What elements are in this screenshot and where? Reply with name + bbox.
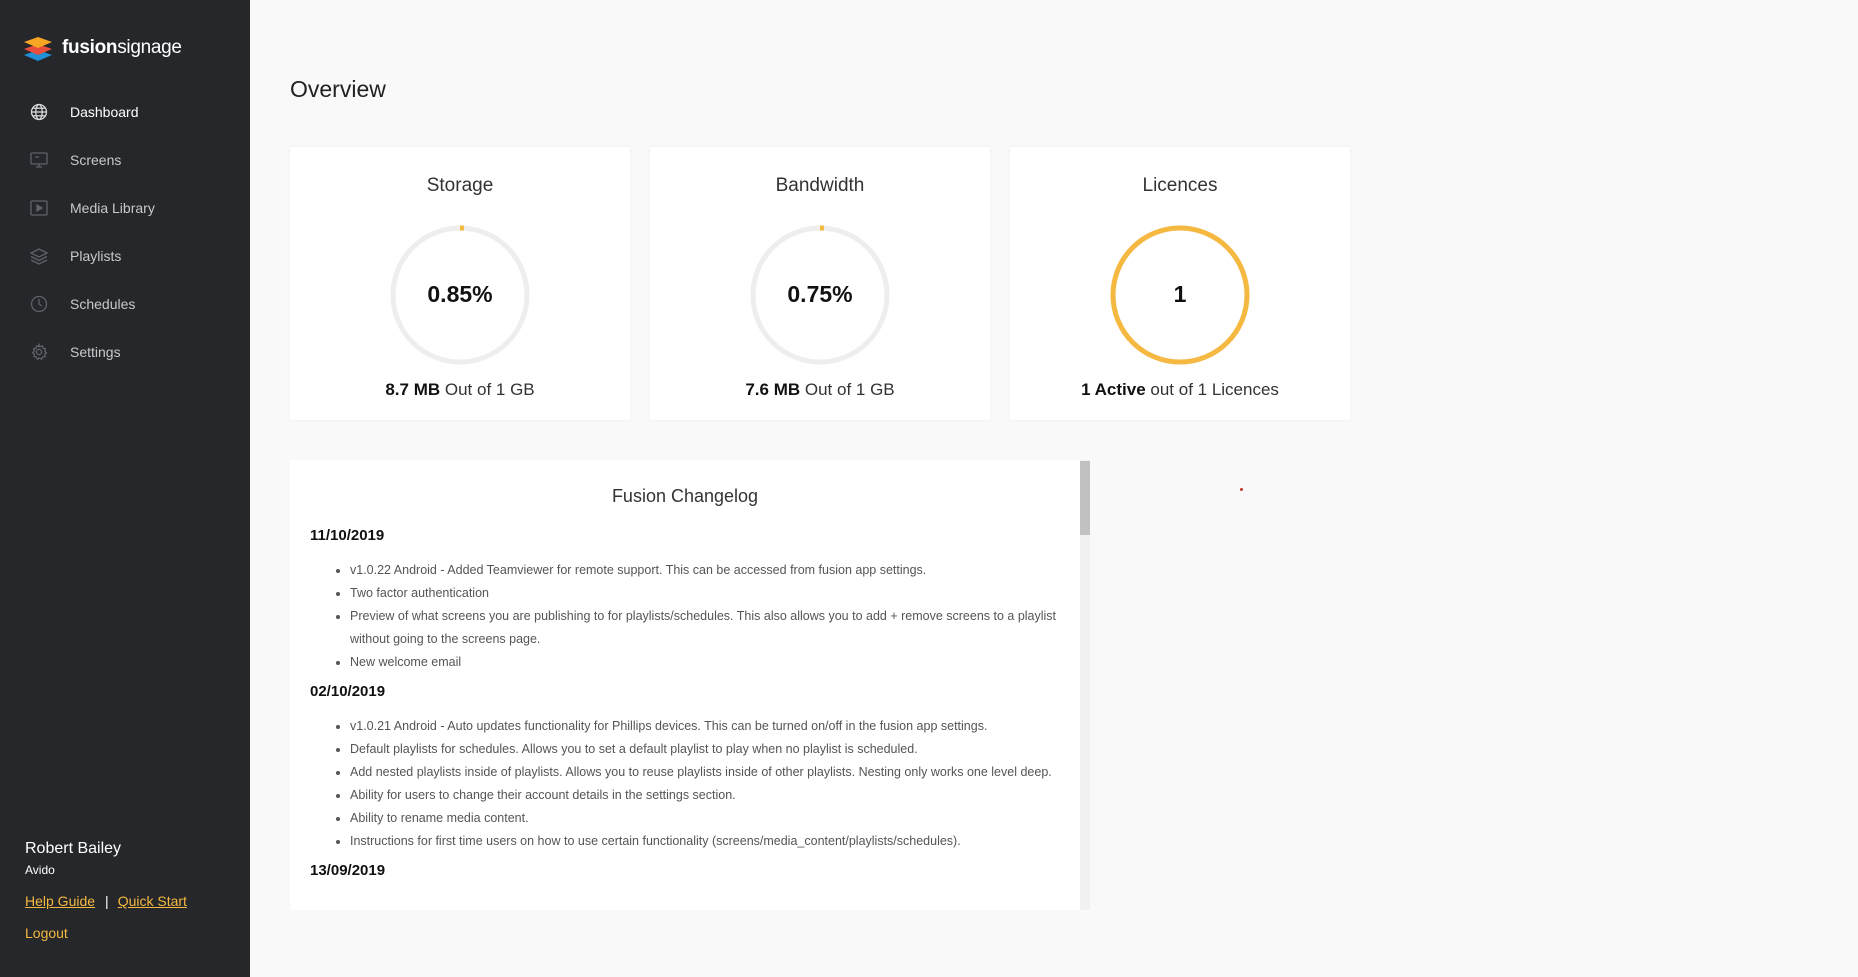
- licences-count: 1: [1173, 281, 1187, 307]
- storage-percent: 0.85%: [427, 281, 493, 307]
- bandwidth-percent: 0.75%: [787, 281, 853, 307]
- card-title: Bandwidth: [775, 175, 865, 196]
- storage-card: Storage 0.85% 8.7 MB Out of 1 GB: [290, 147, 630, 420]
- bandwidth-card: Bandwidth 0.75% 7.6 MB Out of 1 GB: [650, 147, 990, 420]
- sidebar-item-label: Media Library: [70, 200, 155, 216]
- licences-card: Licences 1 1 Active out of 1 Licences: [1010, 147, 1350, 420]
- link-separator: |: [105, 893, 109, 909]
- sidebar-nav: Dashboard Screens Media Library Playlist…: [0, 88, 250, 376]
- play-icon: [29, 198, 49, 218]
- monitor-icon: [29, 150, 49, 170]
- changelog-date: 11/10/2019: [310, 527, 385, 544]
- help-guide-link[interactable]: Help Guide: [25, 893, 95, 909]
- fusion-signage-logo[interactable]: fusionsignage: [24, 34, 182, 62]
- layers-icon: [29, 246, 49, 266]
- gear-icon: [29, 342, 49, 362]
- sidebar-item-settings[interactable]: Settings: [0, 328, 250, 376]
- sidebar-item-label: Dashboard: [70, 104, 139, 120]
- changelog-scrollbar-thumb[interactable]: [1080, 461, 1090, 535]
- sidebar-item-label: Playlists: [70, 248, 122, 264]
- changelog-body: 11/10/2019 v1.0.22 Android - Added Teamv…: [310, 527, 1070, 882]
- user-info: Robert Bailey Avido: [25, 840, 121, 877]
- list-item: Default playlists for schedules. Allows …: [350, 738, 1070, 761]
- help-links: Help Guide | Quick Start: [25, 893, 187, 909]
- quick-start-link[interactable]: Quick Start: [118, 893, 187, 909]
- clock-icon: [29, 294, 49, 314]
- list-item: Ability for users to change their accoun…: [350, 784, 1070, 807]
- changelog-list: v1.0.21 Android - Auto updates functiona…: [310, 715, 1070, 853]
- sidebar-item-label: Screens: [70, 152, 122, 168]
- list-item: New welcome email: [350, 651, 1070, 674]
- changelog-date: 02/10/2019: [310, 683, 386, 700]
- licences-usage: 1 Active out of 1 Licences: [1081, 380, 1279, 399]
- list-item: Preview of what screens you are publishi…: [350, 605, 1070, 651]
- user-organisation: Avido: [25, 863, 55, 877]
- changelog-title: Fusion Changelog: [611, 486, 759, 506]
- page-title: Overview: [290, 76, 386, 102]
- list-item: Ability to rename media content.: [350, 807, 1070, 830]
- logo-text: fusionsignage: [62, 37, 182, 58]
- sidebar-item-label: Settings: [70, 344, 121, 360]
- sidebar-item-dashboard[interactable]: Dashboard: [0, 88, 250, 136]
- cursor-dot: [1240, 488, 1243, 491]
- sidebar: fusionsignage Dashboard Screens Media Li…: [0, 0, 250, 977]
- list-item: Instructions for first time users on how…: [350, 830, 1070, 853]
- sidebar-item-playlists[interactable]: Playlists: [0, 232, 250, 280]
- logout-link[interactable]: Logout: [25, 925, 68, 941]
- storage-usage: 8.7 MB Out of 1 GB: [385, 380, 535, 399]
- card-title: Licences: [1142, 175, 1218, 196]
- sidebar-item-schedules[interactable]: Schedules: [0, 280, 250, 328]
- sidebar-item-screens[interactable]: Screens: [0, 136, 250, 184]
- list-item: v1.0.21 Android - Auto updates functiona…: [350, 715, 1070, 738]
- changelog-date: 13/09/2019: [310, 862, 386, 879]
- changelog-list: v1.0.22 Android - Added Teamviewer for r…: [310, 559, 1070, 674]
- globe-icon: [29, 102, 49, 122]
- list-item: v1.0.22 Android - Added Teamviewer for r…: [350, 559, 1070, 582]
- list-item: Add nested playlists inside of playlists…: [350, 761, 1070, 784]
- changelog-panel[interactable]: Fusion Changelog 11/10/2019 v1.0.22 Andr…: [290, 460, 1080, 910]
- list-item: Two factor authentication: [350, 582, 1070, 605]
- sidebar-item-label: Schedules: [70, 296, 136, 312]
- bandwidth-usage: 7.6 MB Out of 1 GB: [745, 380, 895, 399]
- user-name: Robert Bailey: [25, 840, 122, 857]
- layers-logo-icon: [24, 37, 52, 61]
- sidebar-item-media-library[interactable]: Media Library: [0, 184, 250, 232]
- card-title: Storage: [426, 175, 494, 196]
